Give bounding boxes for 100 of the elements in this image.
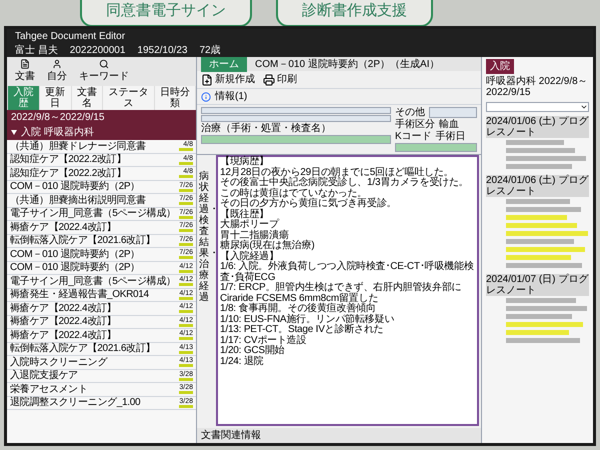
treatment-label: 治療（手術・処置・検査名）: [201, 123, 332, 134]
filter-tab[interactable]: 日時分類: [154, 86, 195, 110]
status-icon: [179, 162, 193, 165]
section-label: 病状経過・検査結果・治療経過: [199, 170, 213, 305]
document-title: （共通）胆嚢摘出術説明同意書: [10, 194, 147, 206]
document-title: 認知症ケア【2022.2改訂】: [10, 154, 128, 166]
filter-tab[interactable]: ステータス: [103, 86, 154, 110]
status-icon: [179, 310, 193, 314]
text-line: 1/13: PET-CT。Stage IVと診断された: [220, 325, 385, 335]
document-title: 褥瘡ケア【2022.4改訂】: [10, 222, 118, 233]
toolbar-button[interactable]: 文書: [11, 59, 39, 84]
text-line: その日の夕方から黄疸に気づき再受診。: [220, 199, 398, 209]
transfusion-label: 輸血: [439, 119, 459, 130]
period-label: 2022/9/8～2022/9/15: [11, 111, 106, 125]
toolbar-icon: [20, 59, 30, 69]
text-line: この時は黄疸はでていなかった。: [220, 188, 368, 198]
document-title: 入退院支援ケア: [10, 370, 79, 382]
ribbon-button[interactable]: 印刷: [263, 72, 297, 87]
patient-id: 2022200001: [70, 44, 126, 58]
status-icon: [179, 242, 193, 246]
patient-name: 富士 昌夫: [15, 44, 58, 58]
status-icon: [179, 175, 193, 178]
document-title: 退院調整スクリーニング_1.00: [10, 397, 142, 408]
birth-date: 1952/10/23: [137, 44, 188, 58]
treatment-field[interactable]: [201, 135, 391, 144]
document-title: 入院時スクリーニング: [10, 356, 108, 368]
ribbon-button[interactable]: 新規作成: [201, 72, 255, 87]
status-icon: [179, 256, 193, 260]
text-line: 1/24: 退院: [220, 356, 264, 367]
other-label: その他: [395, 107, 425, 118]
text-line: 1/20: GCS開始: [220, 346, 286, 356]
document-title: 転倒転落入院ケア【2021.6改訂】: [10, 343, 156, 354]
ribbon-icon: [201, 74, 213, 86]
toolbar-icon: [52, 59, 62, 69]
note-heading: 2024/01/07 (日) プログレスノート: [486, 274, 589, 296]
text-line: 【入院経過】: [220, 252, 279, 262]
text-line: 胃十二指腸潰瘍: [220, 230, 289, 240]
document-title: 褥瘡発生・経過報告書_OKR014: [10, 289, 150, 300]
status-icon: [179, 270, 193, 273]
other-field[interactable]: [429, 107, 477, 118]
status-icon: [179, 283, 193, 286]
text-line: 1/7: ERCP。胆管内生検はできず、右肝内胆管抜弁部にCiraride FCSEMS 6mm8cm留置した: [220, 283, 462, 304]
ribbon-icon: [263, 74, 275, 86]
document-title: 栄養アセスメント: [10, 384, 89, 395]
status-icon: [179, 404, 193, 408]
status-icon: [179, 350, 193, 354]
kcode-field[interactable]: [395, 143, 477, 152]
filter-tab[interactable]: 更新日: [40, 86, 71, 110]
sign-board: 診断書作成支援: [276, 0, 433, 26]
patient-age: 72歳: [199, 44, 221, 58]
notes-header: 呼吸器内科 2022/9/8～2022/9/15: [485, 76, 589, 98]
filter-tab[interactable]: 文書名: [72, 86, 102, 110]
text-line: 【既往歴】: [220, 210, 270, 220]
text-line: 1/8: 食事再開。その後黄疸改善傾向: [220, 304, 376, 314]
surgery-class-label: 手術区分: [395, 119, 435, 130]
dropdown[interactable]: [486, 102, 589, 112]
status-icon: [179, 296, 193, 300]
info-icon: [201, 92, 211, 102]
text-line: 1/17: CVポート造設: [220, 336, 308, 346]
tree-item: 情報(1): [215, 90, 248, 104]
status-icon: [179, 364, 193, 368]
text-area[interactable]: [216, 155, 479, 426]
surgery-date-label: 手術日: [436, 131, 466, 142]
status-icon: [179, 188, 193, 192]
caret-icon: [580, 103, 588, 111]
text-line: 1/6: 入院。外液負荷しつつ入院時検査･CE-CT･呼吸機能検査･負荷ECG: [220, 262, 475, 282]
status-icon: [179, 148, 193, 152]
text-line: 1/10: EUS-FNA施行。リンパ節転移疑い: [220, 314, 396, 324]
sign-board: 同意書電子サイン: [80, 0, 252, 26]
expand-icon: [11, 130, 17, 135]
document-title: COM－010 退院時要約（2P）: [10, 181, 141, 192]
text-line: 大腸ポリープ: [220, 220, 280, 230]
status-icon: [179, 337, 193, 340]
document-title: 電子サイン用_同意書（5ページ構成）: [10, 208, 174, 220]
toolbar-button[interactable]: キーワード: [75, 59, 133, 84]
ribbon-tab[interactable]: ホーム: [201, 56, 247, 72]
status-icon: [179, 324, 193, 327]
toolbar-icon: [99, 59, 109, 69]
kcode-label: Kコード: [395, 131, 432, 142]
admission-badge: 入院: [486, 59, 514, 74]
note-heading: 2024/01/06 (土) プログレスノート: [486, 175, 589, 197]
text-line: 糖尿病(現在は無治療): [220, 241, 316, 251]
toolbar-button[interactable]: 自分: [43, 59, 71, 84]
document-title: 認知症ケア【2022.2改訂】: [10, 168, 128, 179]
document-title: 電子サイン用_同意書（5ページ構成）: [10, 276, 174, 287]
group-header[interactable]: 入院 呼吸器内科: [11, 125, 94, 140]
text-line: その後富士中央記念病院受診し、1/3胃カメラを受けた。: [220, 178, 470, 188]
form-field[interactable]: [201, 115, 391, 122]
status-icon: [179, 378, 193, 381]
document-title: COM－010 退院時要約（2P）（生成AI）: [255, 58, 440, 72]
document-title: 褥瘡ケア【2022.4改訂】: [10, 330, 118, 341]
status-icon: [179, 391, 193, 394]
status-icon: [179, 202, 193, 206]
document-title: COM－010 退院時要約（2P）: [10, 262, 141, 274]
form-field[interactable]: [201, 107, 391, 114]
filter-tab[interactable]: 入院歴: [8, 86, 39, 110]
document-title: COM－010 退院時要約（2P）: [10, 248, 141, 260]
text-line: 【現病歴】: [220, 157, 270, 167]
status-icon: [179, 229, 193, 232]
document-title: 褥瘡ケア【2022.4改訂】: [10, 316, 118, 328]
